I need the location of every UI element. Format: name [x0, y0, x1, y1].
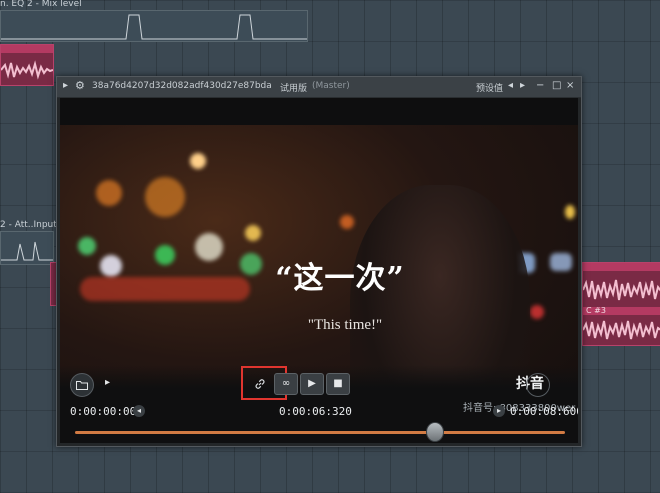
- waveform-right-b: [583, 320, 660, 340]
- plugin-title: 38a76d4207d32d082adf430d27e87bda: [92, 81, 272, 91]
- clip-label-c3: C #3: [586, 306, 606, 315]
- master-label: (Master): [312, 81, 350, 91]
- loop-icon: ∞: [281, 378, 291, 389]
- time-current: 0:00:06:320: [279, 405, 352, 418]
- stop-button[interactable]: ■: [326, 373, 350, 395]
- preset-label[interactable]: 预设值: [476, 81, 503, 94]
- audio-clip-right[interactable]: C #3: [582, 262, 660, 346]
- subtitle-english: "This time!": [307, 317, 383, 333]
- track-label-att: 2 - Att..Input: [0, 220, 57, 230]
- automation-clip-att[interactable]: [0, 231, 54, 265]
- minus-icon: −: [533, 379, 543, 390]
- play-icon: ▶: [308, 378, 316, 389]
- automation-curve: [1, 14, 307, 40]
- video-letterbox: [60, 98, 578, 125]
- plugin-window: ▸ ⚙ 38a76d4207d32d082adf430d27e87bda 试用版…: [56, 76, 582, 447]
- audio-clip-left[interactable]: [0, 44, 54, 86]
- maximize-button[interactable]: □: [552, 80, 561, 91]
- plugin-titlebar[interactable]: ▸ ⚙ 38a76d4207d32d082adf430d27e87bda 试用版…: [57, 77, 581, 98]
- close-button[interactable]: ×: [566, 80, 574, 91]
- play-button[interactable]: ▶: [300, 373, 324, 395]
- minimize-button[interactable]: −: [536, 80, 544, 91]
- arrow-right-icon[interactable]: ▸: [63, 80, 68, 91]
- automation-clip-eq[interactable]: [0, 10, 308, 42]
- track-label-eq: n. EQ 2 - Mix level: [0, 0, 82, 9]
- trial-label: 试用版: [280, 84, 308, 94]
- folder-icon: [76, 381, 88, 390]
- stop-icon: ■: [333, 378, 343, 389]
- video-frame: “这一次” "This time!" 抖音 抖音号: 808333800wer …: [60, 125, 578, 443]
- seek-bar[interactable]: [75, 431, 565, 434]
- waveform: [1, 60, 53, 80]
- step-forward-icon[interactable]: ▸: [493, 405, 505, 417]
- time-start: 0:00:00:000: [70, 405, 143, 418]
- folder-button[interactable]: [70, 373, 94, 397]
- preset-next-icon[interactable]: ▸: [520, 80, 525, 91]
- preset-prev-icon[interactable]: ◂: [508, 80, 513, 91]
- subtitle-chinese: “这一次”: [275, 261, 405, 296]
- step-back-icon[interactable]: ◂: [133, 405, 145, 417]
- gear-icon[interactable]: ⚙: [75, 79, 85, 92]
- loop-button[interactable]: ∞: [274, 373, 298, 395]
- automation-curve-att: [1, 241, 53, 261]
- zoom-out-button[interactable]: −: [526, 373, 550, 397]
- time-end: 0:00:08:600: [510, 405, 578, 418]
- waveform-right-a: [583, 279, 660, 301]
- expand-arrow-icon[interactable]: ▸: [105, 377, 110, 388]
